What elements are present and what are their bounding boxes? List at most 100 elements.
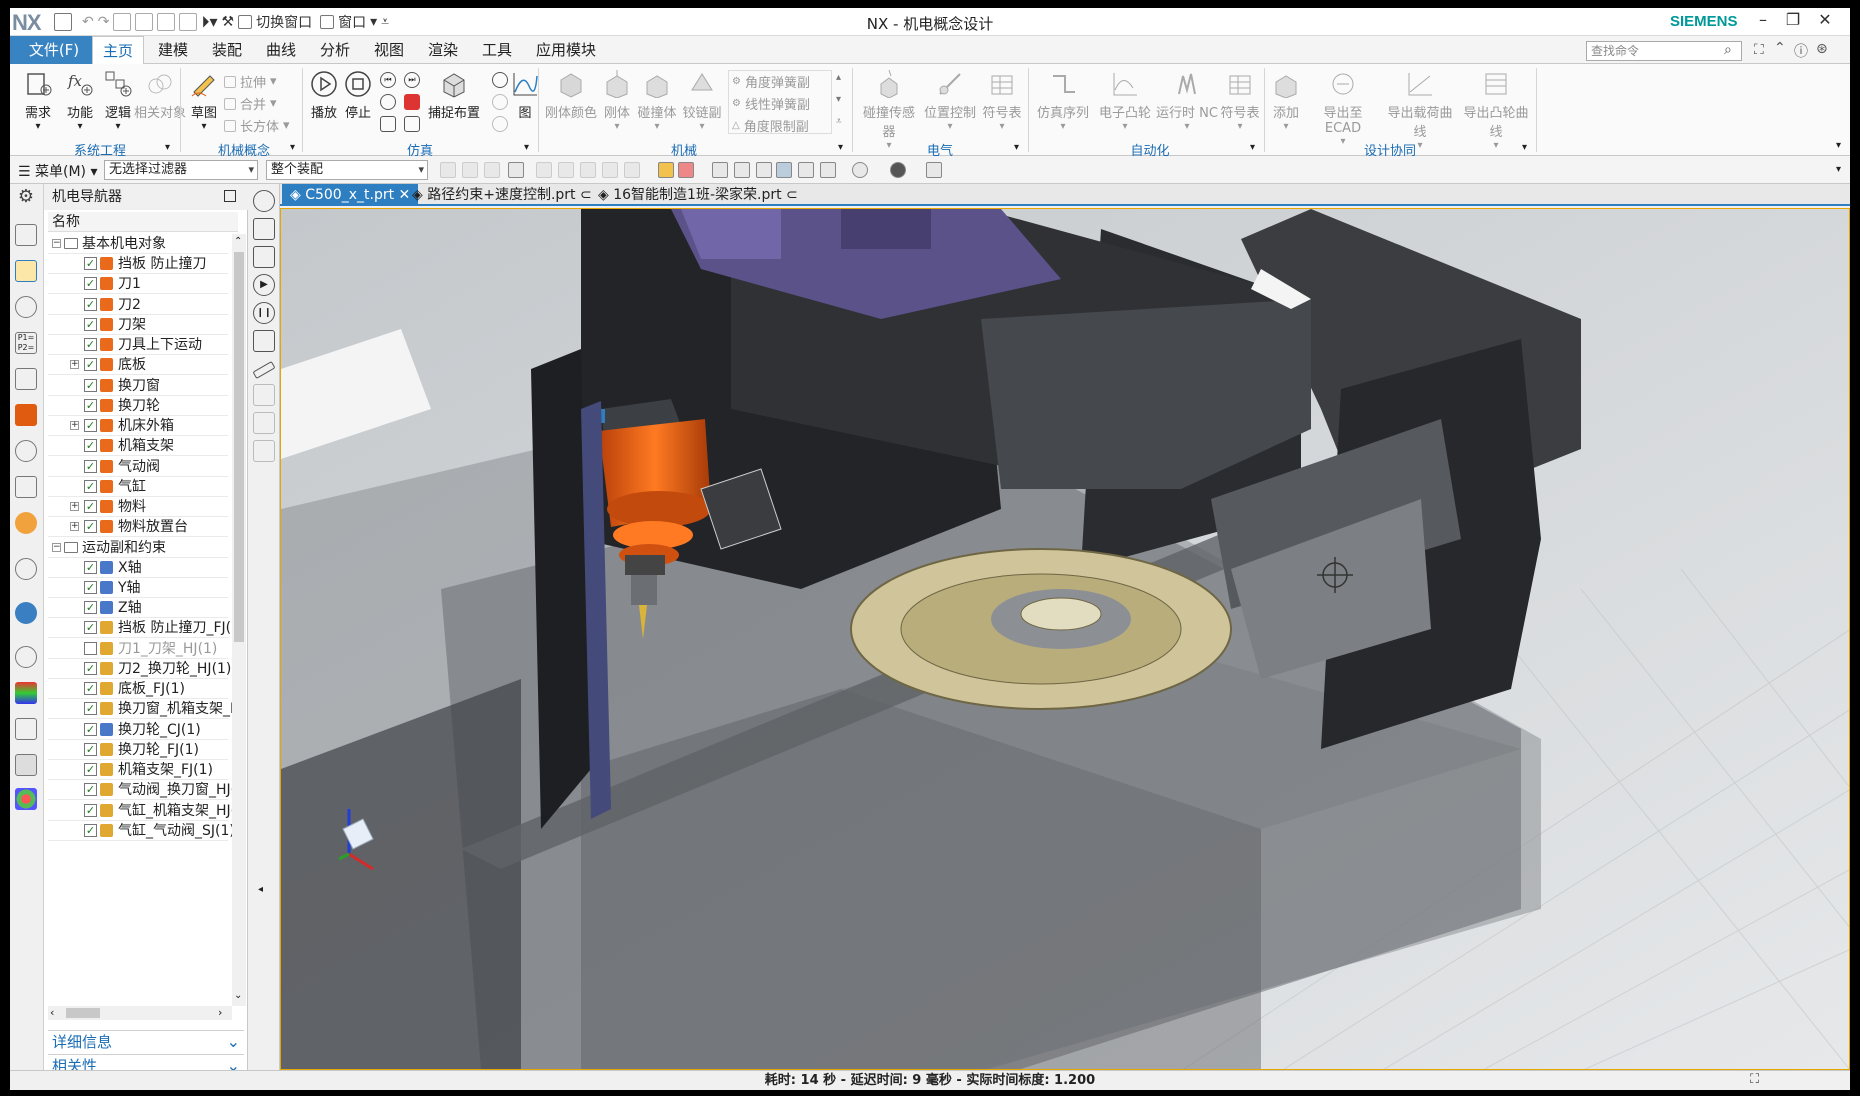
- chevron-down-icon[interactable]: ▾: [165, 142, 170, 153]
- tab-analysis[interactable]: 分析: [310, 36, 360, 64]
- restore-button[interactable]: ❐: [1780, 10, 1806, 32]
- column-header-name[interactable]: 名称: [48, 212, 238, 232]
- graph-button[interactable]: 图: [510, 70, 540, 121]
- tab-assembly[interactable]: 装配: [202, 36, 252, 64]
- tree-item[interactable]: ✓ Y轴: [48, 578, 228, 598]
- chevron-down-icon[interactable]: ▾: [1836, 164, 1841, 175]
- roles-icon[interactable]: [15, 788, 37, 810]
- visibility-checkbox[interactable]: ✓: [84, 459, 97, 473]
- extrude-button[interactable]: 拉伸 ▾: [224, 72, 277, 91]
- pause-icon[interactable]: [380, 94, 396, 110]
- collision-body-button[interactable]: 碰撞体 ▾: [634, 70, 680, 132]
- collision-sensor-button[interactable]: 碰撞传感器 ▾: [858, 69, 920, 151]
- snapshot-icon[interactable]: [404, 116, 420, 132]
- parameter-icon[interactable]: P1= P2=: [15, 332, 37, 354]
- scroll-down-icon[interactable]: ⌄: [234, 990, 242, 1001]
- chevron-down-icon[interactable]: ▾: [1014, 142, 1019, 153]
- angular-spring-joint-button[interactable]: ⚙ 角度弹簧副: [732, 72, 810, 91]
- tree-item[interactable]: + ✓ 底板: [48, 355, 228, 376]
- collapse-icon[interactable]: −: [52, 542, 61, 552]
- minimize-button[interactable]: –: [1750, 10, 1776, 32]
- visibility-checkbox[interactable]: ✓: [84, 419, 97, 432]
- expand-icon[interactable]: +: [70, 421, 79, 430]
- symbol-table-button-automation[interactable]: 符号表 ▾: [1218, 70, 1262, 132]
- marker-icon[interactable]: [404, 94, 420, 110]
- fullscreen-toggle-icon[interactable]: ⛶: [1750, 1072, 1759, 1087]
- linear-spring-joint-button[interactable]: ⚙ 线性弹簧副: [732, 94, 810, 113]
- electronic-cam-button[interactable]: 电子凸轮 ▾: [1094, 70, 1156, 132]
- chevron-down-icon[interactable]: ▾: [290, 142, 295, 153]
- vertical-scrollbar[interactable]: ⌃ ⌄: [232, 234, 246, 1006]
- selection-filter-select[interactable]: 无选择过滤器: [104, 160, 258, 180]
- file-tab[interactable]: 文件(F): [10, 36, 98, 64]
- close-button[interactable]: ✕: [1812, 10, 1838, 32]
- scroll-left-icon[interactable]: ‹: [50, 1006, 54, 1019]
- orient-icon[interactable]: [820, 162, 836, 178]
- unite-button[interactable]: 合并 ▾: [224, 94, 277, 113]
- export-cam-curve-button[interactable]: 导出凸轮曲线 ▾: [1458, 70, 1534, 151]
- sim-step-icon[interactable]: [253, 246, 275, 268]
- tree-item[interactable]: ✓ X轴: [48, 558, 228, 578]
- visibility-checkbox[interactable]: ✓: [84, 338, 97, 351]
- step-forward-icon[interactable]: ⏭: [404, 72, 420, 88]
- hinge-joint-button[interactable]: 铰链副 ▾: [680, 70, 724, 132]
- simulation-sequence-button[interactable]: 仿真序列 ▾: [1032, 70, 1094, 132]
- details-panel-header[interactable]: 详细信息 ⌄: [48, 1030, 244, 1052]
- sim-option-icon[interactable]: [492, 116, 508, 132]
- expand-icon[interactable]: +: [70, 360, 79, 370]
- visibility-checkbox[interactable]: ✓: [84, 277, 97, 291]
- snap-icon[interactable]: [536, 162, 552, 178]
- stop-sim-icon[interactable]: [253, 190, 275, 212]
- tree-item[interactable]: ✓ 换刀窗: [48, 376, 228, 396]
- position-control-button[interactable]: 位置控制 ▾: [920, 70, 980, 132]
- layer-icon[interactable]: [926, 162, 942, 178]
- tree-item[interactable]: ✓ 机箱支架_FJ(1): [48, 760, 228, 780]
- visibility-checkbox[interactable]: ✓: [84, 823, 97, 837]
- select-tool-icon[interactable]: [508, 162, 524, 178]
- visibility-checkbox[interactable]: [84, 641, 97, 655]
- capture-arrangement-button[interactable]: 捕捉布置: [424, 70, 484, 121]
- scroll-up-icon[interactable]: ⌃: [234, 236, 242, 247]
- visibility-checkbox[interactable]: ✓: [84, 742, 97, 756]
- collapse-icon[interactable]: −: [52, 239, 61, 248]
- requirements-button[interactable]: 需求 ▾: [16, 70, 60, 132]
- part-navigator-icon[interactable]: [15, 368, 37, 390]
- runtime-nc-button[interactable]: 运行时 NC ▾: [1156, 70, 1218, 132]
- tree-item[interactable]: ✓ 刀1: [48, 274, 228, 295]
- visibility-checkbox[interactable]: ✓: [84, 479, 97, 493]
- help-icon[interactable]: ⓘ: [1794, 41, 1808, 61]
- visibility-checkbox[interactable]: ✓: [84, 560, 97, 574]
- select-tool-icon[interactable]: [440, 162, 456, 178]
- tree-item[interactable]: 刀1_刀架_HJ(1): [48, 639, 228, 659]
- tree-item[interactable]: ✓ 气缸: [48, 477, 228, 497]
- visibility-checkbox[interactable]: ✓: [84, 682, 97, 695]
- tree-item[interactable]: ✓ 换刀轮_CJ(1): [48, 720, 228, 740]
- tree-item[interactable]: ✓ 挡板 防止撞刀: [48, 254, 228, 274]
- snap-icon[interactable]: [602, 162, 618, 178]
- material-sphere-icon[interactable]: [890, 162, 906, 178]
- fullscreen-icon[interactable]: ⛶: [1754, 42, 1764, 58]
- gear-icon[interactable]: ⚙: [15, 186, 37, 208]
- tab-path-constraint-part[interactable]: ◈ 路径约束+速度控制.prt ⊂: [404, 184, 600, 206]
- collapse-left-icon[interactable]: ◂: [258, 884, 263, 895]
- rewind-icon[interactable]: ⏮: [380, 72, 396, 88]
- tree-item[interactable]: + ✓ 机床外箱: [48, 416, 228, 436]
- visibility-checkbox[interactable]: ✓: [84, 439, 97, 453]
- tab-modeling[interactable]: 建模: [148, 36, 198, 64]
- visibility-checkbox[interactable]: ✓: [84, 358, 97, 372]
- tree-group[interactable]: − 基本机电对象: [48, 234, 228, 254]
- play-icon[interactable]: ▶: [253, 274, 275, 296]
- menu-button[interactable]: ☰ 菜单(M) ▾: [18, 161, 98, 181]
- fit-icon[interactable]: [712, 162, 728, 178]
- inspect-icon[interactable]: [253, 384, 275, 406]
- tab-render[interactable]: 渲染: [418, 36, 468, 64]
- save-snapshot-icon[interactable]: [253, 330, 275, 352]
- tree-item[interactable]: ✓ 换刀轮_FJ(1): [48, 740, 228, 760]
- color-palette-icon[interactable]: [15, 682, 37, 704]
- tree-item[interactable]: ✓ 机箱支架: [48, 436, 228, 457]
- sim-option-icon[interactable]: [492, 94, 508, 110]
- tab-view[interactable]: 视图: [364, 36, 414, 64]
- rigid-body-button[interactable]: 刚体 ▾: [600, 70, 634, 132]
- section-icon[interactable]: [852, 162, 868, 178]
- scroll-thumb[interactable]: [234, 252, 244, 642]
